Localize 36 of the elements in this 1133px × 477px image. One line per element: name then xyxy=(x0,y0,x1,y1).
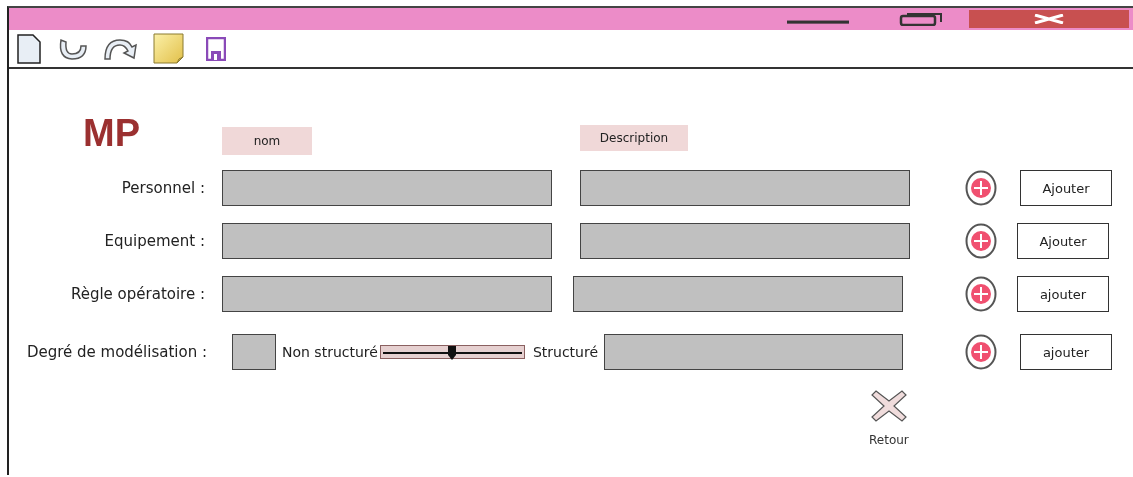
slider-track[interactable] xyxy=(379,345,525,359)
input-field[interactable] xyxy=(604,334,904,370)
column-header: Description xyxy=(580,125,688,151)
slider-label: Structuré xyxy=(532,344,599,360)
back-button[interactable]: Retour xyxy=(869,389,909,447)
add-icon[interactable] xyxy=(965,334,997,370)
new-document-icon[interactable] xyxy=(17,33,41,64)
save-icon[interactable] xyxy=(206,36,226,61)
input-field[interactable] xyxy=(222,223,552,259)
add-icon[interactable] xyxy=(965,223,997,259)
add-icon[interactable] xyxy=(965,276,997,312)
add-button[interactable]: Ajouter xyxy=(1017,223,1109,259)
slider-thumb[interactable] xyxy=(447,345,458,361)
column-header: nom xyxy=(222,127,312,155)
sticky-note-icon[interactable] xyxy=(153,33,184,64)
redo-icon[interactable] xyxy=(103,36,139,61)
close-button[interactable] xyxy=(969,10,1129,28)
input-field[interactable] xyxy=(580,170,910,206)
input-field[interactable] xyxy=(580,223,910,259)
input-field[interactable] xyxy=(222,276,552,312)
restore-icon[interactable] xyxy=(899,12,943,26)
add-button[interactable]: ajouter xyxy=(1020,334,1112,370)
field-label: Règle opératoire : xyxy=(69,285,206,303)
input-field[interactable] xyxy=(222,170,552,206)
field-label: Personnel : xyxy=(120,179,206,197)
form-title: MP xyxy=(83,113,141,153)
cross-icon xyxy=(869,389,908,423)
slider-label: Non structuré xyxy=(282,344,378,360)
field-label: Equipement : xyxy=(103,232,206,250)
input-field[interactable] xyxy=(573,276,903,312)
input-field[interactable] xyxy=(232,334,276,370)
add-icon[interactable] xyxy=(965,170,997,206)
close-icon xyxy=(1033,14,1065,24)
add-button[interactable]: ajouter xyxy=(1017,276,1109,312)
add-button[interactable]: Ajouter xyxy=(1020,170,1112,206)
field-label: Degré de modélisation : xyxy=(25,343,208,361)
